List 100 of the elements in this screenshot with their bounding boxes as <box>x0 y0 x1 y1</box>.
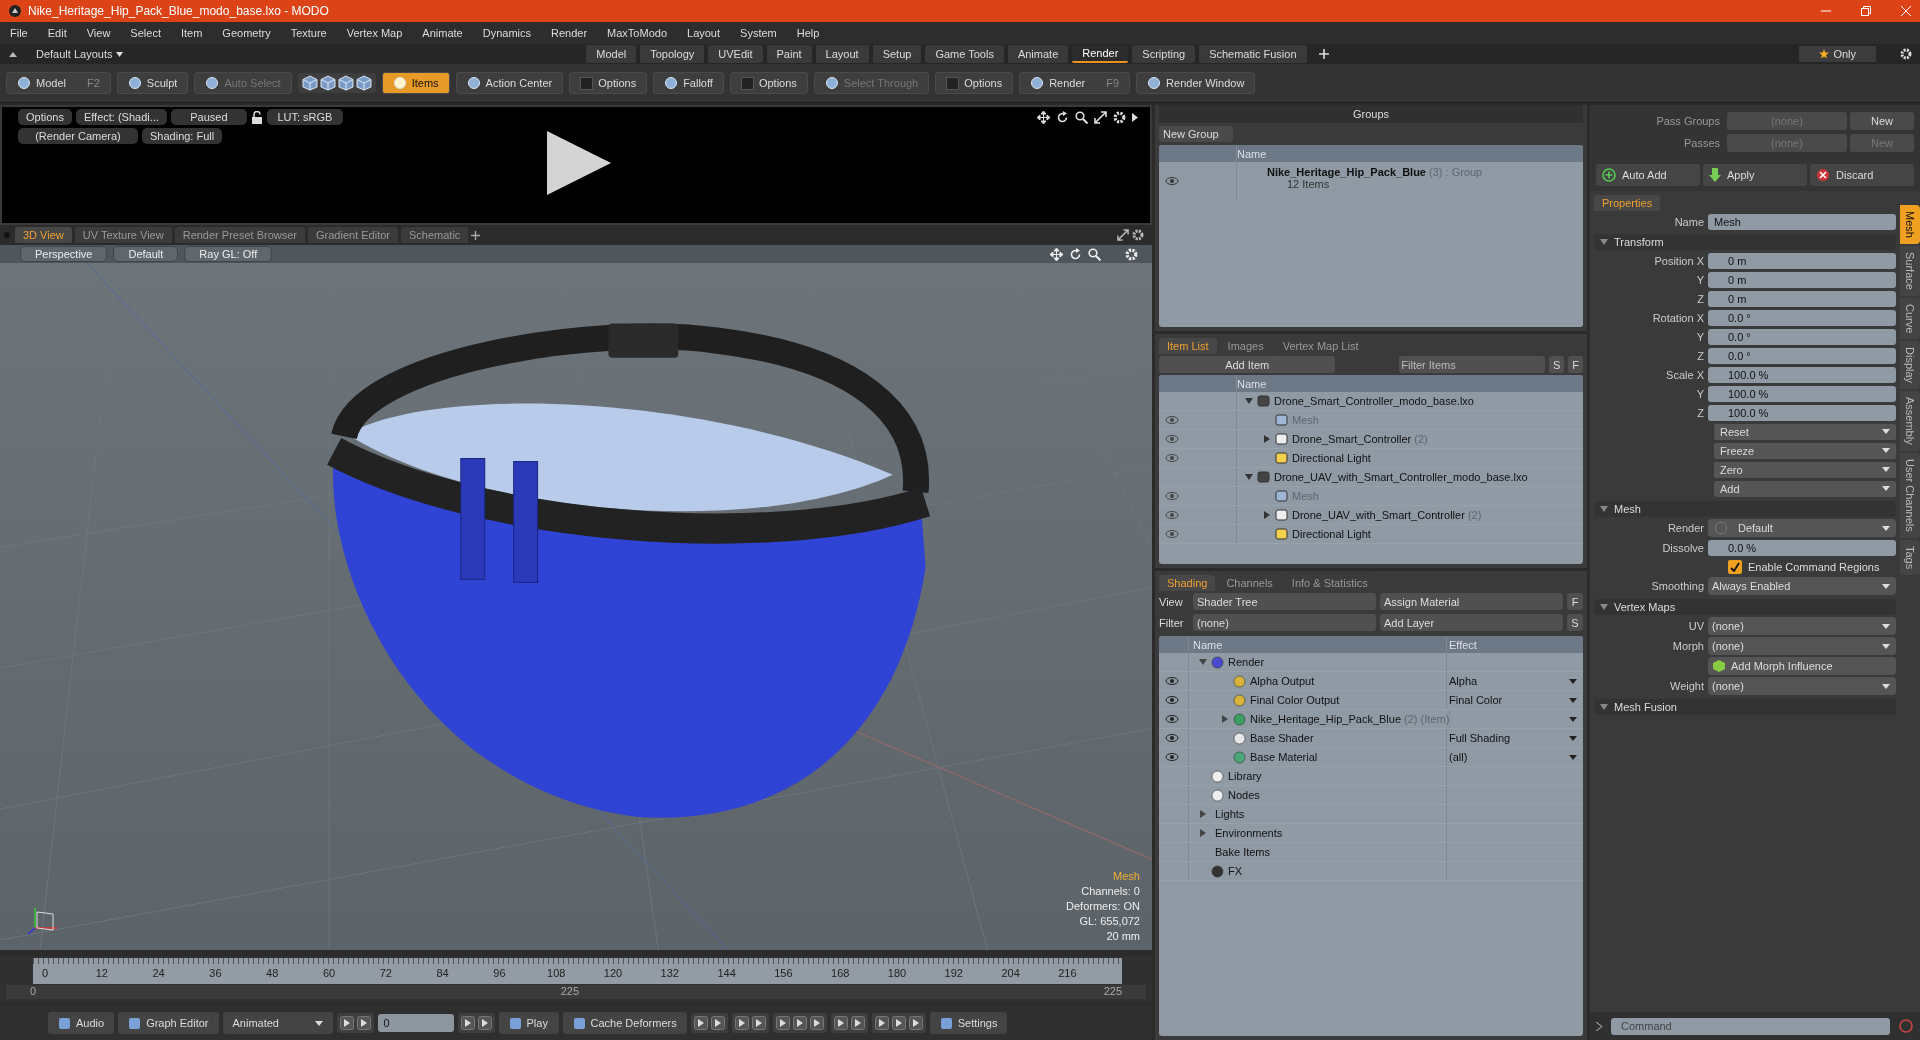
transport-button[interactable]: Graph Editor <box>118 1012 219 1034</box>
move-icon[interactable] <box>1050 247 1063 261</box>
layer-name[interactable]: Render <box>1228 656 1265 668</box>
cube-icon[interactable] <box>355 75 372 91</box>
viewport-tab[interactable]: UV Texture View <box>74 227 172 243</box>
options-button[interactable]: Options <box>935 72 1014 94</box>
add-layer-dropdown[interactable]: Add Layer <box>1380 614 1563 631</box>
expand-arrow-icon[interactable] <box>1199 829 1207 837</box>
select-dropdown[interactable]: (none) <box>1708 617 1896 635</box>
caret-icon[interactable] <box>1569 754 1577 760</box>
side-tab[interactable]: Display <box>1900 341 1920 390</box>
item-name[interactable]: Drone_Smart_Controller_modo_base.lxo <box>1274 395 1474 407</box>
toolbar-button[interactable]: Sculpt <box>116 72 189 94</box>
name-field[interactable]: Mesh <box>1708 213 1896 230</box>
number-field[interactable]: 0.0 ° <box>1708 309 1896 326</box>
assign-material-button[interactable]: Assign Material <box>1380 593 1563 610</box>
move-icon[interactable] <box>1037 111 1050 124</box>
expand-arrow-icon[interactable] <box>1600 505 1608 513</box>
number-field[interactable]: 100.0 % <box>1708 385 1896 402</box>
arrow-right-icon[interactable] <box>1132 113 1138 122</box>
lock-icon[interactable] <box>250 110 263 124</box>
layer-name[interactable]: FX <box>1228 865 1243 877</box>
number-field[interactable]: 0.0 ° <box>1708 328 1896 345</box>
item-name[interactable]: Directional Light <box>1292 528 1371 540</box>
number-field[interactable]: 0 m <box>1708 271 1896 288</box>
transport-icons[interactable] <box>457 1013 495 1033</box>
cube-icon[interactable] <box>319 75 336 91</box>
options-button[interactable]: Options <box>729 72 808 94</box>
action-dropdown[interactable]: Freeze <box>1714 442 1896 459</box>
select-dropdown[interactable]: (none) <box>1708 637 1896 655</box>
viewport-tab[interactable]: Schematic <box>401 227 469 243</box>
expand-arrow-icon[interactable] <box>1263 511 1271 519</box>
side-tab[interactable]: User Channels <box>1900 452 1920 538</box>
menu-item[interactable]: Vertex Map <box>346 27 403 39</box>
options-button[interactable]: Options <box>18 109 72 125</box>
number-field[interactable]: 0.0 % <box>1708 539 1896 556</box>
layout-tab[interactable]: UVEdit <box>708 45 763 63</box>
menu-item[interactable]: Render <box>551 27 588 39</box>
apply-button[interactable]: Apply <box>1703 164 1807 186</box>
add-morph-button[interactable]: Add Morph Influence <box>1708 657 1896 675</box>
plus-icon[interactable] <box>471 230 481 240</box>
playback-icon[interactable] <box>356 1016 371 1030</box>
playback-icon[interactable] <box>833 1016 848 1030</box>
transport-icons[interactable] <box>772 1013 827 1033</box>
eye-icon[interactable] <box>1165 752 1179 762</box>
transport-icons[interactable] <box>731 1013 769 1033</box>
eye-icon[interactable] <box>1165 415 1179 425</box>
expand-arrow-icon[interactable] <box>1199 658 1207 666</box>
transport-button[interactable]: Cache Deformers <box>562 1012 687 1034</box>
selection-mode-icons[interactable] <box>297 73 376 93</box>
search-icon[interactable] <box>1088 247 1101 261</box>
layout-tab[interactable]: Game Tools <box>925 45 1004 63</box>
expand-arrow-icon[interactable] <box>1600 238 1608 246</box>
side-tab[interactable]: Curve <box>1900 297 1920 340</box>
layer-name[interactable]: Final Color Output <box>1250 694 1340 706</box>
caret-icon[interactable] <box>1569 716 1577 722</box>
playback-icon[interactable] <box>891 1016 906 1030</box>
layer-name[interactable]: Environments <box>1215 827 1283 839</box>
layer-name[interactable]: Base Shader <box>1250 732 1314 744</box>
toolbar-button[interactable]: Items <box>381 72 450 94</box>
action-dropdown[interactable]: Zero <box>1714 461 1896 478</box>
viewport-option-button[interactable]: Perspective <box>20 246 108 262</box>
toolbar-button[interactable]: Model F2 <box>6 72 111 94</box>
frame-field[interactable]: 0 <box>377 1014 454 1032</box>
transport-button[interactable]: Play <box>498 1012 559 1034</box>
toolbar-button[interactable]: Falloff <box>653 72 724 94</box>
f-button[interactable]: F <box>1568 356 1583 373</box>
menu-item[interactable]: Texture <box>290 27 327 39</box>
transport-icons[interactable] <box>830 1013 868 1033</box>
caret-icon[interactable] <box>1569 697 1577 703</box>
layout-tab[interactable]: Render <box>1072 45 1129 63</box>
menu-item[interactable]: View <box>86 27 111 39</box>
checkbox[interactable] <box>1728 559 1742 574</box>
playback-icon[interactable] <box>460 1016 475 1030</box>
viewport-option-button[interactable]: Default <box>113 246 179 262</box>
expand-arrow-icon[interactable] <box>1600 703 1608 711</box>
number-field[interactable]: 0 m <box>1708 252 1896 269</box>
command-field[interactable]: Command <box>1611 1017 1890 1035</box>
play-icon[interactable] <box>547 131 611 195</box>
new-group-button[interactable]: New Group <box>1159 126 1233 142</box>
shading-dropdown[interactable]: Shading: Full <box>142 128 223 144</box>
settings-icon[interactable] <box>1113 111 1126 124</box>
eye-icon[interactable] <box>1165 676 1179 686</box>
caret-icon[interactable] <box>1569 735 1577 741</box>
menu-item[interactable]: Select <box>130 27 161 39</box>
menu-item[interactable]: Item <box>180 27 203 39</box>
eye-icon[interactable] <box>1165 529 1179 539</box>
viewport-tab[interactable]: Render Preset Browser <box>174 227 305 243</box>
transport-button[interactable]: Audio <box>48 1012 115 1034</box>
layer-name[interactable]: Alpha Output <box>1250 675 1315 687</box>
render-dropdown[interactable]: Default <box>1708 519 1896 537</box>
menu-item[interactable]: MaxToModo <box>607 27 667 39</box>
expand-arrow-icon[interactable] <box>1199 810 1207 818</box>
transport-icons[interactable] <box>871 1013 926 1033</box>
options-button[interactable]: Options <box>569 72 648 94</box>
rotate-icon[interactable] <box>1056 111 1069 124</box>
layer-name[interactable]: Library <box>1228 770 1262 782</box>
auto-add-button[interactable]: Auto Add <box>1596 164 1700 186</box>
number-field[interactable]: 100.0 % <box>1708 366 1896 383</box>
playback-icon[interactable] <box>908 1016 923 1030</box>
